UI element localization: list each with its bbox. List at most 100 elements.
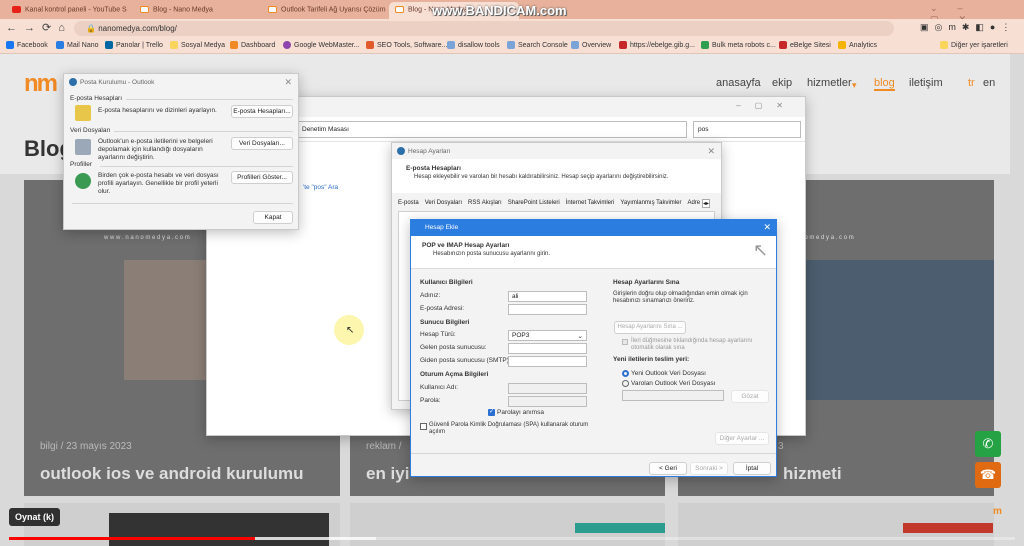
other-bookmarks[interactable]: Diğer yer işaretleri — [940, 41, 1008, 49]
section-text: Outlook'un e-posta iletilerini ve belgel… — [98, 138, 213, 161]
tab-blog-1[interactable]: Blog - Nano Medya — [134, 2, 259, 19]
bookmark[interactable]: https://ebelge.gib.g... — [619, 41, 695, 49]
tab-outlook[interactable]: Outlook Tarifeli Ağ Uyarısı Çözüm — [262, 2, 387, 19]
dialog-title: Hesap Ekle — [425, 224, 459, 231]
data-file-path-input[interactable] — [622, 390, 724, 401]
card-meta: bilgi / 23 mayıs 2023 — [40, 441, 132, 452]
tab-label: Outlook Tarifeli Ağ Uyarısı Çözüm — [281, 6, 386, 14]
data-files-button[interactable]: Veri Dosyaları... — [231, 137, 293, 150]
extension-icons[interactable]: ▣◎m✱◧●⋮ — [920, 22, 1016, 33]
tab-sharepoint[interactable]: SharePoint Listeleri — [508, 200, 560, 206]
bookmark[interactable]: Mail Nano — [56, 41, 99, 49]
section-text: Hesap ekleyebilir ve varolan bir hesabı … — [414, 174, 669, 180]
bookmark[interactable]: Overview — [571, 41, 611, 49]
username-input[interactable] — [508, 383, 587, 394]
bookmark[interactable]: Dashboard — [230, 41, 275, 49]
email-accounts-button[interactable]: E-posta Hesapları... — [231, 105, 293, 118]
tab-email[interactable]: E-posta — [398, 200, 419, 206]
group-heading: Kullanıcı Bilgileri — [420, 279, 473, 286]
bookmark[interactable]: Bulk meta robots c... — [701, 41, 776, 49]
remember-checkbox[interactable]: ✓ — [488, 409, 495, 416]
radio-existing-data-file[interactable] — [622, 380, 629, 387]
nav-buttons[interactable]: ←→⟳⌂ — [6, 21, 72, 34]
incoming-server-input[interactable] — [508, 343, 587, 354]
bookmark[interactable]: Sosyal Medya — [170, 41, 225, 49]
bookmark[interactable]: Analytics — [838, 41, 877, 49]
nav-blog[interactable]: blog — [874, 77, 895, 91]
address-field[interactable]: Denetim Masası — [297, 121, 687, 138]
tab-scroll-arrows[interactable]: ◂▸ — [702, 199, 711, 208]
name-input[interactable]: ali — [508, 291, 587, 302]
card-meta: 3 — [778, 441, 784, 452]
group-heading: Sunucu Bilgileri — [420, 319, 470, 326]
tab-youtube[interactable]: Kanal kontrol paneli - YouTube S — [6, 2, 131, 19]
tab-internet-calendars[interactable]: İnternet Takvimleri — [566, 200, 615, 206]
search-link[interactable]: 'te "pos" Ara — [303, 184, 338, 191]
auto-test-checkbox[interactable] — [622, 339, 628, 345]
bookmark[interactable]: Facebook — [6, 41, 48, 49]
tab-address[interactable]: Adre — [687, 200, 700, 206]
bookmark[interactable]: disallow tools — [447, 41, 500, 49]
email-input[interactable] — [508, 304, 587, 315]
section-heading: POP ve IMAP Hesap Ayarları — [422, 242, 510, 249]
next-button[interactable]: Sonraki > — [690, 462, 728, 475]
phone-button[interactable]: ☎ — [975, 462, 1001, 488]
bookmark[interactable]: eBelge Sitesi — [779, 41, 831, 49]
whatsapp-button[interactable]: ✆ — [975, 431, 1001, 457]
outlook-icon — [69, 78, 77, 86]
section-heading: E-posta Hesapları — [406, 165, 461, 172]
played-bar — [9, 537, 256, 540]
email-label: E-posta Adresi: — [420, 305, 465, 312]
bookmark[interactable]: Google WebMaster... — [283, 41, 360, 49]
domain-caption: w w w . n a n o m e d y a . c o m — [104, 235, 190, 241]
email-accounts-icon — [75, 105, 91, 121]
close-icon[interactable]: ✕ — [763, 222, 771, 233]
nm-icon — [268, 6, 277, 13]
site-logo[interactable]: nm — [24, 70, 58, 98]
nav-iletisim[interactable]: iletişim — [909, 77, 943, 89]
outgoing-server-input[interactable] — [508, 356, 587, 367]
mail-setup-dialog: Posta Kurulumu - Outlook ✕ E-posta Hesap… — [63, 73, 299, 230]
account-type-select[interactable]: POP3 ⌄ — [508, 330, 587, 341]
add-account-dialog: Hesap Ekle ✕ POP ve IMAP Hesap Ayarları … — [410, 219, 777, 477]
bookmark[interactable]: Panolar | Trello — [105, 41, 163, 49]
tab-label: Blog - Nano Medya — [153, 6, 213, 14]
address-bar[interactable]: 🔒 nanomedya.com/blog/ — [74, 21, 894, 36]
section-text: Birden çok e-posta hesabı ve veri dosyas… — [98, 172, 219, 195]
chevron-down-icon: ▾ — [852, 80, 857, 90]
close-icon[interactable]: ✕ — [284, 77, 292, 88]
nav-anasayfa[interactable]: anasayfa — [716, 77, 761, 89]
nav-hizmetler[interactable]: hizmetler — [807, 77, 852, 89]
close-icon[interactable]: ✕ — [707, 146, 715, 157]
close-button[interactable]: Kapat — [253, 211, 293, 224]
play-tooltip: Oynat (k) — [9, 508, 61, 526]
account-type-label: Hesap Türü: — [420, 331, 456, 338]
bookmark[interactable]: Search Console — [507, 41, 568, 49]
card-image — [788, 260, 994, 400]
password-input[interactable] — [508, 396, 587, 407]
name-label: Adınız: — [420, 292, 441, 299]
tab-rss[interactable]: RSS Akışları — [468, 200, 502, 206]
cancel-button[interactable]: İptal — [733, 462, 771, 475]
back-button[interactable]: < Geri — [649, 462, 687, 475]
nav-ekip[interactable]: ekip — [772, 77, 792, 89]
lang-tr[interactable]: tr — [968, 77, 975, 89]
dialog-title: Hesap Ayarları — [408, 148, 451, 155]
tab-published-calendars[interactable]: Yayımlanmış Takvimler — [620, 200, 681, 206]
video-progress-bar[interactable] — [9, 537, 1015, 540]
show-profiles-button[interactable]: Profilleri Göster... — [231, 171, 293, 184]
browse-button[interactable]: Gözat — [731, 390, 769, 403]
window-controls[interactable]: –▢✕ — [736, 101, 797, 110]
test-desc: Girişlerin doğru olup olmadığından emin … — [613, 291, 748, 304]
more-settings-button[interactable]: Diğer Ayarlar ... — [715, 432, 769, 445]
bookmark[interactable]: SEO Tools, Software... — [366, 41, 447, 49]
spa-label: Güvenli Parola Kimlik Doğrulaması (SPA) … — [429, 422, 589, 435]
radio-existing-label: Varolan Outlook Veri Dosyası — [631, 380, 716, 387]
spa-checkbox[interactable] — [420, 423, 427, 430]
radio-new-data-file[interactable] — [622, 370, 629, 377]
lang-en[interactable]: en — [983, 77, 995, 89]
tab-data-files[interactable]: Veri Dosyaları — [425, 200, 462, 206]
card-meta: reklam / — [366, 441, 402, 452]
test-settings-button[interactable]: Hesap Ayarlarını Sına ... — [614, 321, 686, 334]
search-input[interactable]: pos — [693, 121, 801, 138]
